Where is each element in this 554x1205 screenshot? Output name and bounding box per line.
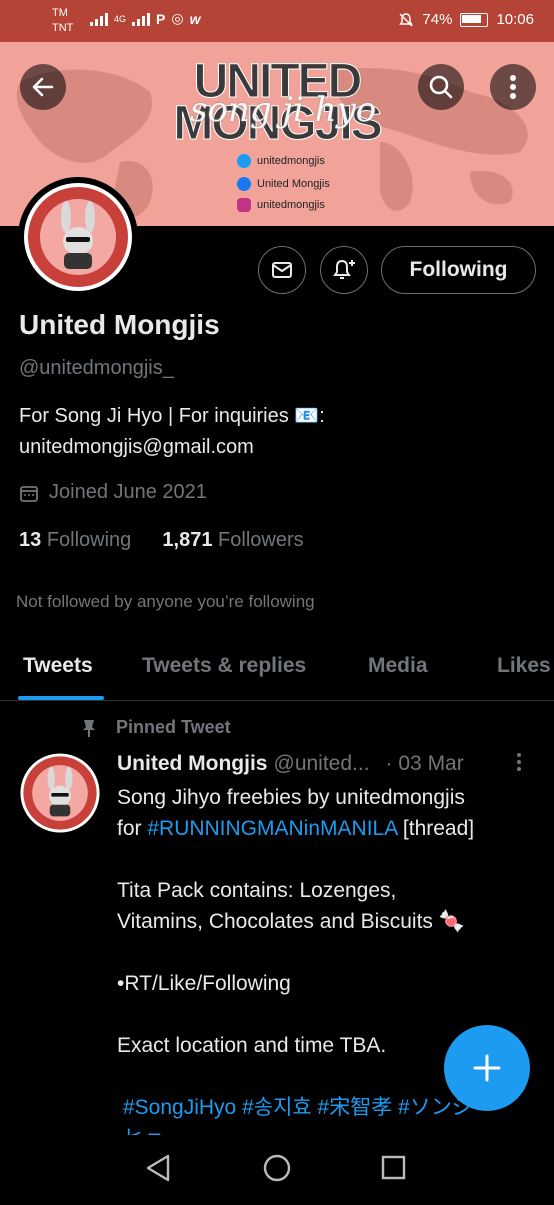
- facebook-icon: [237, 177, 251, 191]
- notification-p-icon: P: [156, 10, 166, 27]
- more-vertical-icon: [510, 75, 516, 99]
- avatar-logo-illustration: [20, 753, 100, 833]
- following-button[interactable]: Following: [381, 246, 536, 294]
- pinned-label: Pinned Tweet: [80, 717, 231, 738]
- nav-back-icon: [146, 1154, 170, 1182]
- followers-count-link[interactable]: 1,871 Followers: [162, 529, 303, 551]
- bell-off-icon: [399, 12, 414, 26]
- nav-home-icon: [263, 1154, 291, 1182]
- profile-name: United Mongjis: [19, 309, 220, 340]
- system-nav-icons: [146, 1154, 406, 1182]
- arrow-left-icon: [32, 77, 54, 97]
- bio-email-link[interactable]: unitedmongjis@gmail.com: [19, 432, 539, 463]
- tweet-hashtags-overflow[interactable]: ヒョ: [123, 1123, 537, 1135]
- tweet-header: United Mongjis @united... · 03 Mar: [117, 752, 464, 776]
- carrier-label: TM TNT: [52, 7, 74, 34]
- calendar-icon: [20, 485, 38, 502]
- clock: 10:06: [496, 11, 534, 28]
- profile-tabs: Tweets Tweets & replies Media Likes: [0, 640, 554, 701]
- compose-tweet-button[interactable]: [444, 1025, 530, 1111]
- avatar-logo-illustration: [24, 183, 132, 291]
- more-options-button[interactable]: [490, 64, 536, 110]
- banner-social-facebook: United Mongjis: [237, 177, 330, 191]
- search-icon: [429, 75, 453, 99]
- nav-recents-icon: [381, 1155, 406, 1180]
- tweet-date: · 03 Mar: [385, 752, 464, 775]
- system-navigation-bar: [0, 1138, 554, 1200]
- signal-icon: [90, 12, 108, 26]
- network-type: 4G: [114, 13, 127, 24]
- instagram-notification-icon: ◎: [171, 10, 184, 26]
- hashtag-link[interactable]: #RUNNINGMANinMANILA: [147, 817, 397, 840]
- plus-icon: [473, 1054, 501, 1082]
- back-button[interactable]: [20, 64, 66, 110]
- banner-script-text: song ji hyo: [190, 90, 377, 130]
- envelope-icon: [272, 262, 292, 278]
- battery-percent: 74%: [422, 11, 453, 28]
- search-button[interactable]: [418, 64, 464, 110]
- signal-icon-2: [132, 12, 151, 26]
- tweet-author-name[interactable]: United Mongjis: [117, 752, 268, 776]
- notifications-button[interactable]: [320, 246, 368, 294]
- bell-plus-icon: [333, 259, 355, 279]
- signal-indicators: 4G P ◎ w: [90, 10, 200, 27]
- follow-counts: 13 Following 1,871 Followers: [19, 529, 304, 552]
- tweet-more-button[interactable]: [516, 752, 522, 778]
- tweet-author-handle[interactable]: @united...: [274, 752, 370, 776]
- status-bar: TM TNT 4G P ◎ w 74% 10:06: [0, 0, 554, 42]
- tab-likes[interactable]: Likes: [497, 654, 551, 678]
- banner-social-twitter: unitedmongjis: [237, 154, 325, 168]
- battery-icon: [460, 12, 489, 27]
- profile-avatar[interactable]: [18, 177, 138, 297]
- profile-handle: @unitedmongjis_: [19, 357, 174, 379]
- instagram-icon: [237, 198, 251, 212]
- twitter-icon: [237, 154, 251, 168]
- tweet-avatar[interactable]: [19, 752, 101, 834]
- following-count-link[interactable]: 13 Following: [19, 529, 131, 551]
- message-button[interactable]: [258, 246, 306, 294]
- pin-icon: [83, 719, 95, 737]
- status-right: 74% 10:06: [398, 11, 534, 28]
- active-tab-indicator: [18, 696, 104, 700]
- tab-tweets[interactable]: Tweets: [23, 654, 93, 678]
- more-vertical-icon: [517, 753, 521, 771]
- notification-w-icon: w: [189, 10, 201, 27]
- profile-bio: For Song Ji Hyo | For inquiries 📧: unite…: [19, 401, 539, 463]
- banner-social-instagram: unitedmongjis: [237, 198, 325, 212]
- not-followed-note: Not followed by anyone you’re following: [16, 592, 315, 611]
- tab-media[interactable]: Media: [368, 654, 428, 678]
- tab-tweets-replies[interactable]: Tweets & replies: [142, 654, 306, 678]
- joined-date: Joined June 2021: [19, 481, 207, 504]
